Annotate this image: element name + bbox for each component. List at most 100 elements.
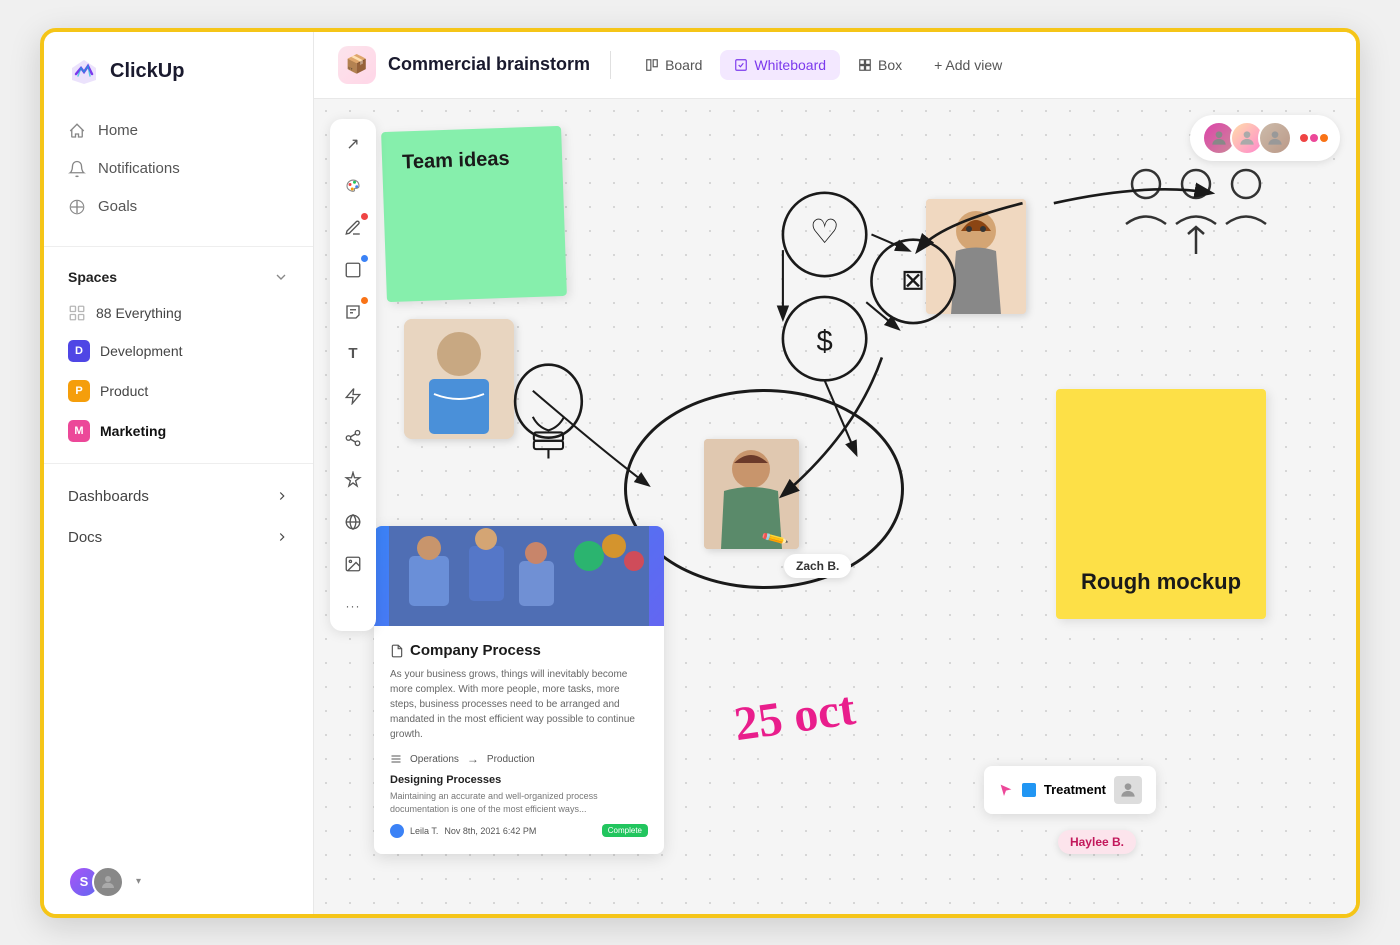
doc-card: Company Process As your business grows, … bbox=[374, 526, 664, 853]
doc-header-illustration bbox=[389, 526, 649, 626]
tool-share[interactable] bbox=[336, 421, 370, 455]
date-annotation: 25 oct bbox=[731, 680, 859, 751]
tool-pointer[interactable]: ↗ bbox=[336, 127, 370, 161]
space-product[interactable]: P Product bbox=[44, 371, 313, 411]
doc-sub-title: Designing Processes bbox=[390, 774, 648, 786]
space-development[interactable]: D Development bbox=[44, 331, 313, 371]
svg-text:⊠: ⊠ bbox=[901, 264, 925, 296]
collab-dot-pink bbox=[1310, 134, 1318, 142]
docs-chevron-icon bbox=[275, 530, 289, 544]
sticky-dot bbox=[361, 297, 368, 304]
product-badge: P bbox=[68, 380, 90, 402]
collab-user-icon-2 bbox=[1237, 128, 1257, 148]
tool-image[interactable] bbox=[336, 547, 370, 581]
avatar-2 bbox=[92, 866, 124, 898]
board-icon bbox=[645, 58, 659, 72]
doc-body-text: As your business grows, things will inev… bbox=[390, 667, 648, 742]
sticky-icon bbox=[344, 303, 362, 321]
nav-home[interactable]: Home bbox=[44, 112, 313, 150]
collab-user-icon-3 bbox=[1265, 128, 1285, 148]
sticky-note-green: Team ideas bbox=[381, 125, 567, 301]
collab-dot-orange bbox=[1320, 134, 1328, 142]
pen-icon bbox=[344, 219, 362, 237]
nav-docs[interactable]: Docs bbox=[44, 517, 313, 558]
left-toolbar: ↗ bbox=[330, 119, 376, 631]
tool-square[interactable] bbox=[336, 253, 370, 287]
whiteboard-canvas[interactable]: ↗ bbox=[314, 99, 1356, 914]
tool-globe[interactable] bbox=[336, 505, 370, 539]
doc-status: Complete bbox=[602, 824, 648, 837]
doc-title: Company Process bbox=[390, 642, 648, 659]
nav-dashboards[interactable]: Dashboards bbox=[44, 476, 313, 517]
main-area: 📦 Commercial brainstorm Board Whiteboard… bbox=[314, 32, 1356, 914]
doc-icon bbox=[390, 644, 404, 658]
divider-1 bbox=[44, 246, 313, 247]
toolbar: 📦 Commercial brainstorm Board Whiteboard… bbox=[314, 32, 1356, 99]
spaces-chevron-icon bbox=[273, 269, 289, 285]
tab-board[interactable]: Board bbox=[631, 50, 716, 80]
sparkle-icon bbox=[344, 471, 362, 489]
bell-icon bbox=[68, 160, 86, 178]
tool-palette[interactable] bbox=[336, 169, 370, 203]
list-icon bbox=[390, 753, 402, 765]
doc-card-body: Company Process As your business grows, … bbox=[374, 626, 664, 853]
person-photo-2 bbox=[926, 199, 1026, 314]
box-icon bbox=[858, 58, 872, 72]
page-title: Commercial brainstorm bbox=[388, 54, 590, 75]
doc-author: Leila T. Nov 8th, 2021 6:42 PM bbox=[390, 824, 536, 838]
collab-dot-red bbox=[1300, 134, 1308, 142]
collab-user-icon-1 bbox=[1209, 128, 1229, 148]
collaborators-panel bbox=[1190, 115, 1340, 161]
author-dot bbox=[390, 824, 404, 838]
tab-whiteboard[interactable]: Whiteboard bbox=[720, 50, 840, 80]
image-icon bbox=[344, 555, 362, 573]
user-avatars: S bbox=[68, 866, 124, 898]
add-view-button[interactable]: + Add view bbox=[920, 50, 1016, 80]
flow-arrow: → bbox=[467, 752, 479, 766]
sidebar: ClickUp Home Notifications Goals Spaces bbox=[44, 32, 314, 914]
grid-icon bbox=[68, 304, 86, 322]
tool-text[interactable]: T bbox=[336, 337, 370, 371]
svg-text:♡: ♡ bbox=[810, 213, 840, 250]
user-silhouette-icon bbox=[99, 873, 117, 891]
svg-text:$: $ bbox=[816, 326, 832, 358]
nav-section: Home Notifications Goals bbox=[44, 104, 313, 234]
nav-goals[interactable]: Goals bbox=[44, 188, 313, 226]
goals-icon bbox=[68, 198, 86, 216]
doc-card-header bbox=[374, 526, 664, 626]
treatment-tag: Treatment bbox=[984, 766, 1156, 814]
person-photo-1 bbox=[404, 319, 514, 439]
tab-box[interactable]: Box bbox=[844, 50, 916, 80]
square-icon bbox=[344, 261, 362, 279]
pen-dot bbox=[361, 213, 368, 220]
tool-more[interactable]: ··· bbox=[336, 589, 370, 623]
doc-sub-text: Maintaining an accurate and well-organiz… bbox=[390, 790, 648, 815]
name-tag-haylee: Haylee B. bbox=[1058, 830, 1136, 854]
tool-pen[interactable] bbox=[336, 211, 370, 245]
person-illustration-1 bbox=[404, 319, 514, 439]
logo[interactable]: ClickUp bbox=[44, 32, 313, 104]
sidebar-footer: S ▾ bbox=[44, 850, 313, 914]
doc-process-flow: Operations → Production bbox=[390, 752, 648, 766]
doc-footer: Leila T. Nov 8th, 2021 6:42 PM Complete bbox=[390, 824, 648, 838]
sticky-note-yellow: Rough mockup bbox=[1056, 389, 1266, 619]
treatment-color bbox=[1022, 783, 1036, 797]
tool-sparkle[interactable] bbox=[336, 463, 370, 497]
people-icon-group bbox=[1116, 159, 1276, 259]
tool-sticky[interactable] bbox=[336, 295, 370, 329]
space-everything[interactable]: 88 Everything bbox=[44, 295, 313, 331]
app-name: ClickUp bbox=[110, 60, 184, 83]
collab-avatar-3 bbox=[1258, 121, 1292, 155]
toolbar-title-section: 📦 Commercial brainstorm bbox=[338, 46, 590, 84]
spaces-header[interactable]: Spaces bbox=[44, 259, 313, 295]
space-marketing[interactable]: M Marketing bbox=[44, 411, 313, 451]
name-tag-zach: Zach B. bbox=[784, 554, 851, 578]
person-illustration-2 bbox=[926, 199, 1026, 314]
people-icons bbox=[1116, 159, 1276, 264]
cursor-icon bbox=[998, 782, 1014, 798]
nav-notifications[interactable]: Notifications bbox=[44, 150, 313, 188]
lightning-icon bbox=[344, 387, 362, 405]
title-icon-box: 📦 bbox=[338, 46, 376, 84]
person-illustration-3 bbox=[704, 439, 799, 549]
tool-lightning[interactable] bbox=[336, 379, 370, 413]
